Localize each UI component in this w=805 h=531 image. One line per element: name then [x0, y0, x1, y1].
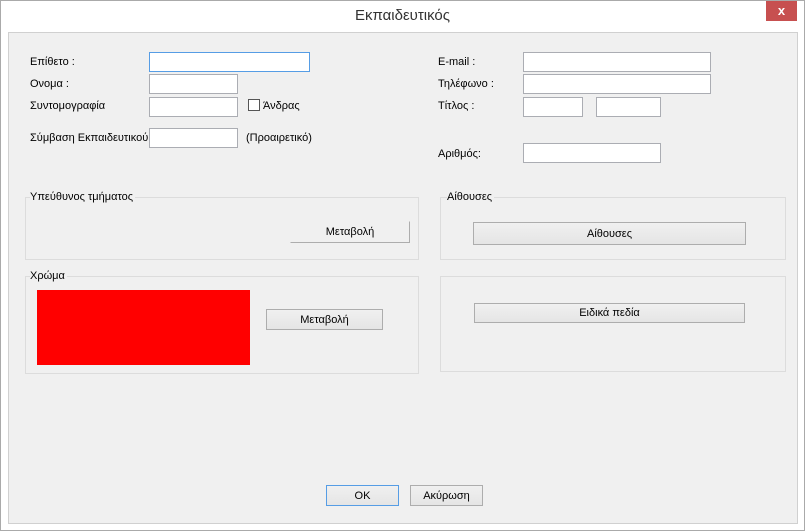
contract-label: Σύμβαση Εκπαιδευτικού: [30, 132, 149, 144]
optional-label: (Προαιρετικό): [246, 132, 312, 144]
head-group-title: Υπεύθυνος τμήματος: [30, 191, 136, 203]
window-title: Εκπαιδευτικός: [354, 7, 451, 24]
phone-input[interactable]: [523, 74, 711, 94]
surname-label: Επίθετο :: [30, 56, 75, 68]
special-fields-button[interactable]: Ειδικά πεδία: [474, 303, 745, 323]
cancel-button[interactable]: Ακύρωση: [410, 485, 483, 506]
male-checkbox[interactable]: [248, 99, 260, 111]
contract-input[interactable]: [149, 128, 238, 148]
color-group-title: Χρώμα: [30, 270, 67, 282]
email-input[interactable]: [523, 52, 711, 72]
surname-input[interactable]: [149, 52, 310, 72]
name-input[interactable]: [149, 74, 238, 94]
title-input-2[interactable]: [596, 97, 661, 117]
close-button[interactable]: x: [766, 1, 797, 21]
number-label: Αριθμός:: [438, 148, 481, 160]
abbrev-input[interactable]: [149, 97, 238, 117]
rooms-group-title: Αίθουσες: [447, 191, 495, 203]
title-input-1[interactable]: [523, 97, 583, 117]
title-label: Τίτλος :: [438, 100, 475, 112]
ok-button[interactable]: OK: [326, 485, 399, 506]
name-label: Ονομα :: [30, 78, 69, 90]
phone-label: Τηλέφωνο :: [438, 78, 494, 90]
color-change-button[interactable]: Μεταβολή: [266, 309, 383, 330]
rooms-button[interactable]: Αίθουσες: [473, 222, 746, 245]
email-label: E-mail :: [438, 56, 476, 68]
male-label: Άνδρας: [263, 100, 300, 112]
head-change-button[interactable]: Μεταβολή: [290, 221, 410, 243]
abbrev-label: Συντομογραφία: [30, 100, 106, 112]
special-group: [440, 276, 786, 372]
color-swatch: [37, 290, 250, 365]
number-input[interactable]: [523, 143, 661, 163]
